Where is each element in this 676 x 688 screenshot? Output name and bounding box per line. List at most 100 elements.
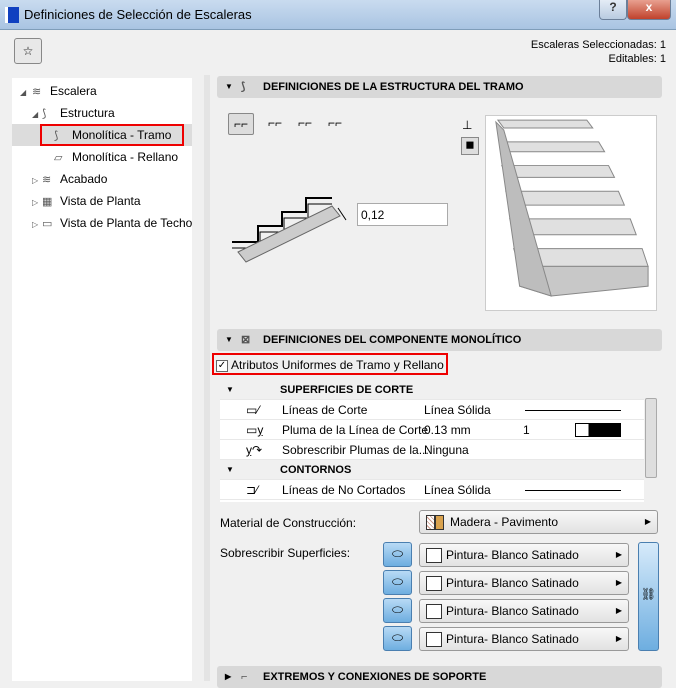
link-surfaces-button[interactable]: ⛓: [638, 542, 659, 651]
finish-icon: ≋: [42, 174, 52, 186]
settings-tree: [12, 78, 192, 681]
collapse-arrow[interactable]: ▷: [32, 198, 38, 207]
floor-plan-icon: ▦: [42, 196, 53, 208]
chain-link-icon: ⛓: [640, 587, 657, 601]
tree-item-vista-techo[interactable]: ▭ Vista de Planta de Techo: [42, 216, 192, 230]
stair-3d-preview: [485, 115, 657, 311]
surface-value: Pintura- Blanco Satinado: [446, 632, 579, 646]
submenu-arrow-icon: ▶: [615, 606, 622, 615]
cut-line-icon: ▭⁄: [246, 403, 260, 417]
tree-label: Acabado: [60, 172, 108, 186]
section-extremos-header[interactable]: ▶ ⌐ EXTREMOS Y CONEXIONES DE SOPORTE: [217, 666, 662, 688]
tree-label: Vista de Planta: [60, 194, 141, 208]
surface-value: Pintura- Blanco Satinado: [446, 604, 579, 618]
tree-label: Monolítica - Rellano: [72, 150, 179, 164]
submenu-arrow-icon: ▶: [615, 550, 622, 559]
panel-divider[interactable]: [204, 75, 210, 681]
section-title: DEFINICIONES DEL COMPONENTE MONOLÍTICO: [263, 334, 522, 346]
scrollbar-thumb[interactable]: [645, 398, 657, 478]
collapse-arrow[interactable]: ▷: [32, 176, 38, 185]
expand-arrow: ▼: [225, 82, 233, 91]
structure-icon: ⟆: [42, 108, 47, 120]
surface-edge-button[interactable]: ⬭: [383, 598, 412, 623]
stair-type-3-button[interactable]: ⌐⌐: [292, 113, 318, 135]
close-button[interactable]: x: [627, 0, 671, 20]
surface-top-button[interactable]: ⬭: [383, 542, 412, 567]
expand-arrow[interactable]: ◢: [32, 110, 38, 119]
expand-arrow[interactable]: ◢: [20, 88, 26, 97]
surface-dropdown-2[interactable]: Pintura- Blanco Satinado ▶: [419, 571, 629, 595]
group-title: CONTORNOS: [280, 464, 352, 476]
material-swatch: [435, 515, 444, 530]
collapse-arrow[interactable]: ▷: [32, 220, 38, 229]
stair-section-diagram: [232, 197, 347, 263]
expand-arrow: ▼: [225, 335, 233, 344]
attributes-list: ▼ SUPERFICIES DE CORTE ▭⁄ Líneas de Corte L…: [220, 380, 658, 502]
favorites-button[interactable]: ☆: [14, 38, 42, 64]
surface-side-button[interactable]: ⬭: [383, 570, 412, 595]
submenu-arrow-icon: ▶: [615, 578, 622, 587]
view-toggle-icon[interactable]: ⊥: [462, 118, 472, 132]
tree-label: Escalera: [50, 84, 97, 98]
stair-type-1-button[interactable]: ⌐⌐: [228, 113, 254, 135]
section-tramo-header[interactable]: ▼ ⟆ DEFINICIONES DE LA ESTRUCTURA DEL TRAM…: [217, 76, 662, 98]
list-row[interactable]: ▭⁄ Líneas de Corte Línea Sólida: [220, 400, 644, 420]
tree-item-vista-planta[interactable]: ▦ Vista de Planta: [42, 194, 141, 208]
row-value: Línea Sólida: [424, 403, 491, 417]
override-pen-icon: ỵ↷: [246, 443, 263, 457]
group-superficies-corte[interactable]: ▼ SUPERFICIES DE CORTE: [220, 380, 644, 400]
app-icon: [5, 7, 19, 23]
section-title: DEFINICIONES DE LA ESTRUCTURA DEL TRAMO: [263, 81, 524, 93]
material-label: Material de Construcción:: [220, 516, 357, 530]
ceiling-plan-icon: ▭: [42, 218, 53, 230]
uncut-line-icon: ⊐⁄: [246, 483, 259, 497]
stair-type-2-button[interactable]: ⌐⌐: [262, 113, 288, 135]
row-name: Sobrescribir Plumas de la...: [282, 443, 429, 457]
section-title: EXTREMOS Y CONEXIONES DE SOPORTE: [263, 671, 487, 683]
landing-icon: ▱: [54, 152, 63, 164]
surface-value: Pintura- Blanco Satinado: [446, 548, 579, 562]
surface-value: Pintura- Blanco Satinado: [446, 576, 579, 590]
group-title: SUPERFICIES DE CORTE: [280, 384, 414, 396]
surface-swatch: [426, 548, 442, 563]
row-value: 0.13 mm: [424, 423, 471, 437]
row-value: Línea Sólida: [424, 483, 491, 497]
stair-type-4-button[interactable]: ⌐⌐: [322, 113, 348, 135]
thickness-input[interactable]: [357, 203, 448, 226]
surface-swatch: [426, 632, 442, 647]
submenu-arrow-icon: ▶: [615, 634, 622, 643]
help-button[interactable]: ?: [599, 0, 627, 20]
selection-highlight: [40, 124, 184, 146]
surface-swatch: [426, 576, 442, 591]
structure-icon: ⟆: [241, 81, 246, 93]
material-dropdown[interactable]: Madera - Pavimento ▶: [419, 510, 658, 534]
tree-item-estructura[interactable]: ⟆ Estructura: [42, 106, 115, 120]
tree-item-escalera[interactable]: ≋ Escalera: [32, 84, 97, 98]
stair-icon: ≋: [32, 86, 42, 98]
surface-dropdown-3[interactable]: Pintura- Blanco Satinado ▶: [419, 599, 629, 623]
row-name: Líneas de Corte: [282, 403, 368, 417]
window-title: Definiciones de Selección de Escaleras: [24, 7, 252, 22]
collapse-arrow: ▶: [225, 672, 232, 681]
uniform-attributes-checkbox[interactable]: ✓ Atributos Uniformes de Tramo y Rellano: [212, 353, 448, 375]
tree-item-acabado[interactable]: ≋ Acabado: [42, 172, 107, 186]
group-contornos[interactable]: ▼ CONTORNOS: [220, 460, 644, 480]
list-row[interactable]: ỵ↷ Sobrescribir Plumas de la... Ninguna: [220, 440, 644, 460]
checkbox-check-icon: ✓: [216, 359, 228, 372]
line-preview: [525, 490, 621, 491]
list-row[interactable]: ▭ỵ Pluma de la Línea de Corte 0.13 mm 1: [220, 420, 644, 440]
surface-dropdown-4[interactable]: Pintura- Blanco Satinado ▶: [419, 627, 629, 651]
section-monolitico-header[interactable]: ▼ ⊠ DEFINICIONES DEL COMPONENTE MONOLÍTICO: [217, 329, 662, 351]
pen-preview: [575, 423, 621, 437]
tree-item-monolitica-rellano[interactable]: ▱ Monolítica - Rellano: [54, 150, 178, 164]
line-preview: [525, 410, 621, 411]
3d-view-button[interactable]: ◼: [461, 137, 479, 155]
list-row[interactable]: ⊐⁄ Líneas de No Cortados Línea Sólida: [220, 480, 644, 500]
editable-count: Editables: 1: [608, 53, 666, 65]
tree-label: Estructura: [60, 106, 115, 120]
submenu-arrow-icon: ▶: [644, 517, 651, 526]
surface-bottom-button[interactable]: ⬭: [383, 626, 412, 651]
pen-icon: ▭ỵ: [246, 423, 264, 437]
surface-dropdown-1[interactable]: Pintura- Blanco Satinado ▶: [419, 543, 629, 567]
row-name: Pluma de la Línea de Corte: [282, 423, 429, 437]
